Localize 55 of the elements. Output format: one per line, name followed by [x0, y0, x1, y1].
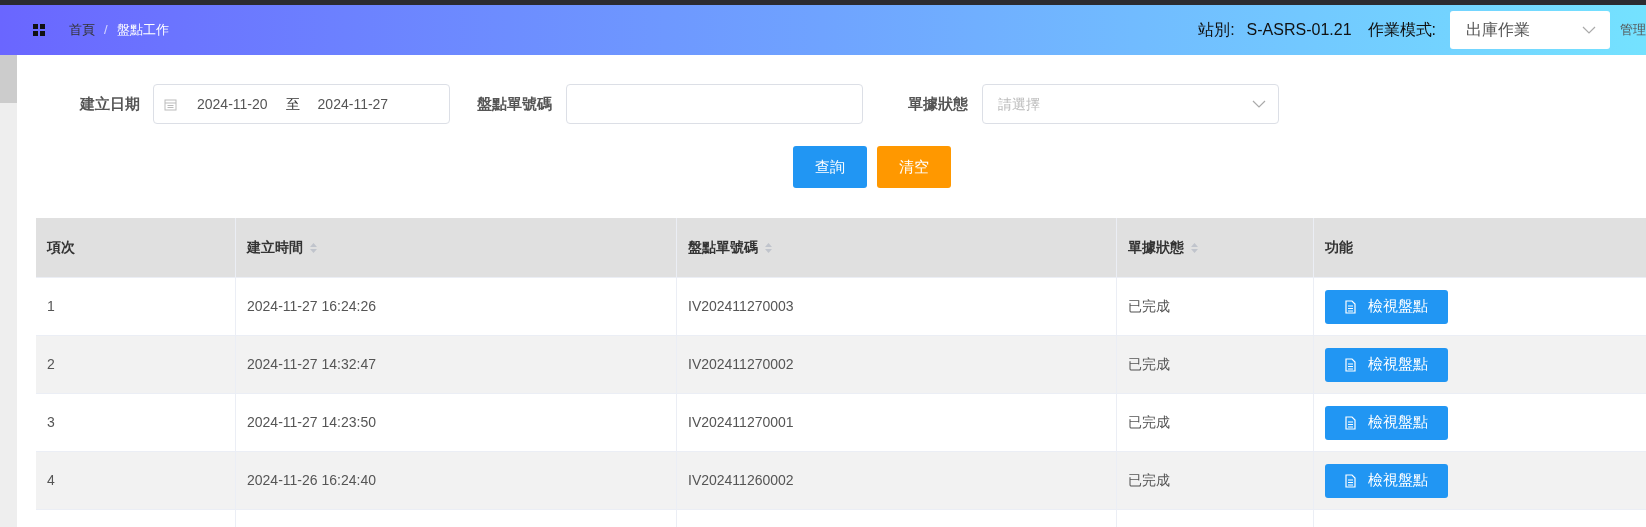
chevron-down-icon — [1582, 26, 1596, 34]
scrollbar-thumb[interactable] — [0, 55, 17, 103]
station-label: 站別: — [1198, 20, 1235, 40]
sort-icon[interactable] — [764, 241, 773, 254]
column-header: 項次 — [47, 238, 75, 257]
table-cell-text: 3 — [47, 413, 55, 432]
view-button[interactable]: 檢視盤點 — [1325, 463, 1448, 498]
table-cell-text: 4 — [47, 471, 55, 490]
column-header[interactable]: 建立時間 — [247, 237, 303, 258]
clear-button[interactable]: 清空 — [876, 146, 951, 188]
view-button[interactable]: 檢視盤點 — [1325, 347, 1448, 382]
view-button[interactable]: 檢視盤點 — [1325, 289, 1448, 324]
table-cell-text: 已完成 — [1128, 297, 1170, 316]
table-cell-text: 2024-11-27 14:32:47 — [247, 355, 376, 374]
calendar-icon — [164, 97, 177, 111]
table-cell-text: IV202411270002 — [688, 355, 794, 374]
field-label: 建立日期 — [80, 93, 140, 114]
document-icon — [1345, 473, 1356, 488]
input-field[interactable] — [566, 84, 863, 124]
document-icon — [1345, 415, 1356, 430]
field-label: 盤點單號碼 — [477, 93, 552, 114]
date-range-field[interactable]: 2024-11-20 至 2024-11-27 — [153, 84, 450, 124]
breadcrumb-separator: / — [104, 21, 108, 40]
table-cell-text: 2024-11-27 16:24:26 — [247, 297, 376, 316]
user-menu[interactable]: 管理 — [1620, 20, 1646, 40]
start-date: 2024-11-20 — [197, 94, 268, 114]
column-header[interactable]: 單據狀態 — [1128, 237, 1184, 258]
mode-select[interactable]: 出庫作業 — [1450, 11, 1610, 49]
mode-label: 作業模式: — [1367, 20, 1436, 40]
table-cell-text: 已完成 — [1128, 355, 1170, 374]
table-cell-text: IV202411270003 — [688, 297, 794, 316]
table-cell-text: IV202411270001 — [688, 413, 794, 432]
end-date: 2024-11-27 — [317, 94, 389, 114]
status-select[interactable]: 請選擇 — [982, 84, 1279, 124]
table-cell-text: 1 — [47, 297, 55, 316]
range-separator: 至 — [285, 94, 300, 114]
document-icon — [1345, 357, 1356, 372]
sort-icon[interactable] — [309, 241, 318, 254]
table-cell-text: 已完成 — [1128, 413, 1170, 432]
table-cell-text: 2 — [47, 355, 55, 374]
sort-icon[interactable] — [1190, 241, 1199, 254]
table-cell-text: 2024-11-27 14:23:50 — [247, 413, 376, 432]
document-icon — [1345, 299, 1356, 314]
menu-icon[interactable] — [33, 24, 45, 36]
breadcrumb-link[interactable]: 首頁 — [69, 20, 95, 40]
chevron-down-icon — [1252, 100, 1266, 108]
table-cell-text: 已完成 — [1128, 471, 1170, 490]
column-header: 功能 — [1325, 238, 1353, 257]
table-cell-text: 2024-11-26 16:24:40 — [247, 471, 376, 490]
table-cell-text: IV202411260002 — [688, 471, 794, 490]
view-button[interactable]: 檢視盤點 — [1325, 405, 1448, 440]
station-value: S-ASRS-01.21 — [1246, 20, 1352, 40]
field-label: 單據狀態 — [908, 93, 968, 114]
search-button[interactable]: 查詢 — [792, 146, 867, 188]
column-header[interactable]: 盤點單號碼 — [688, 237, 758, 258]
